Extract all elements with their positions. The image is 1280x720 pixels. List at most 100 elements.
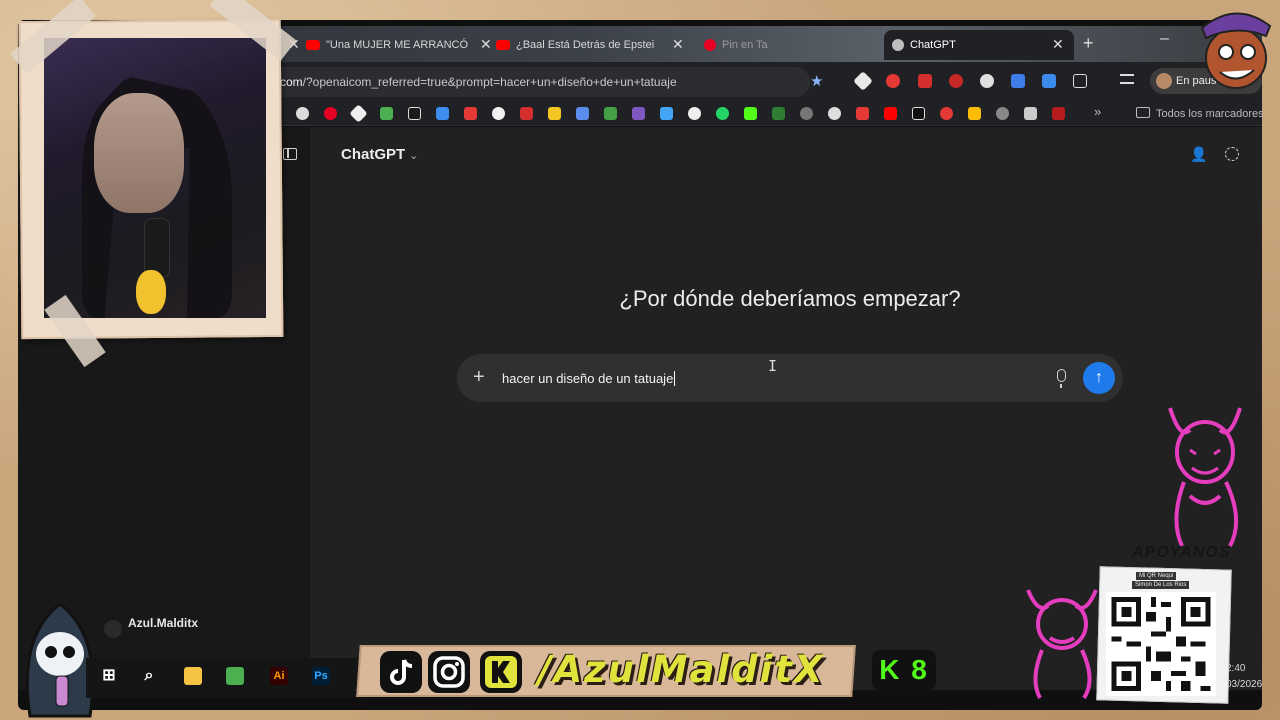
bookmark-pinterest-icon[interactable] <box>324 107 337 120</box>
address-bar[interactable]: com/?openaicom_referred=true&prompt=hace… <box>250 67 810 97</box>
prompt-value: hacer un diseño de un tatuaje <box>502 371 674 386</box>
tab-pinterest[interactable]: Pin en Ta <box>696 30 776 60</box>
model-picker[interactable]: ChatGPT ⌄ <box>341 146 418 163</box>
adblock-icon[interactable] <box>949 74 963 88</box>
prompt-composer[interactable]: + hacer un diseño de un tatuaje ↑ <box>457 354 1123 402</box>
bookmark-icon[interactable] <box>520 107 533 120</box>
bookmark-icon[interactable] <box>828 107 841 120</box>
bookmark-icon[interactable] <box>408 107 421 120</box>
chrome-icon[interactable] <box>226 667 244 685</box>
taskbar-clock: 2:40 03/2026 <box>1226 661 1262 693</box>
bookmark-icon[interactable] <box>772 107 785 120</box>
search-icon[interactable]: ⌕ <box>140 667 158 685</box>
viewer-name: Azul.Malditx <box>128 616 199 630</box>
tab-title: Pin en Ta <box>722 39 768 51</box>
prompt-input[interactable]: hacer un diseño de un tatuaje <box>502 371 676 386</box>
tab-chatgpt[interactable]: ChatGPT <box>884 30 1074 60</box>
temporary-chat-icon[interactable] <box>1225 147 1239 161</box>
tab-title: ChatGPT <box>910 39 956 51</box>
url-host: com <box>280 75 303 89</box>
rubber-chicken-image <box>136 270 166 314</box>
new-tab-icon[interactable]: + <box>1083 33 1094 54</box>
mascot-sticker-icon <box>1200 12 1272 89</box>
bookmark-star-icon[interactable]: ★ <box>810 72 823 90</box>
send-button[interactable]: ↑ <box>1083 362 1115 394</box>
bookmark-icon[interactable] <box>660 107 673 120</box>
model-name: ChatGPT <box>341 146 406 163</box>
file-explorer-icon[interactable] <box>184 667 202 685</box>
bookmark-icon[interactable] <box>688 107 701 120</box>
chevron-down-icon: ⌄ <box>409 150 419 162</box>
extension-icon[interactable] <box>886 74 900 88</box>
bookmark-icon[interactable] <box>632 107 645 120</box>
extension-icon[interactable] <box>1042 74 1056 88</box>
bookmarks-overflow-icon[interactable]: » <box>1094 104 1101 119</box>
tab-youtube-2[interactable]: ¿Baal Está Detrás de Epstei <box>488 30 688 60</box>
bookmark-whatsapp-icon[interactable] <box>716 107 729 120</box>
pinterest-icon <box>704 39 716 51</box>
viewer-avatar <box>104 620 122 638</box>
tiktok-icon <box>380 651 422 693</box>
close-tab-icon[interactable]: ✕ <box>672 36 684 53</box>
openai-icon <box>892 39 904 51</box>
bookmark-icon[interactable] <box>968 107 981 120</box>
reaper-sticker-icon <box>25 602 95 718</box>
qr-caption: Mi QR Nequi <box>1136 572 1177 580</box>
illustrator-icon[interactable]: Ai <box>270 667 288 685</box>
bookmark-icon[interactable] <box>548 107 561 120</box>
clock-time: 2:40 <box>1226 663 1246 674</box>
bookmark-icon[interactable] <box>912 107 925 120</box>
text-caret <box>674 371 676 386</box>
tab-youtube-1[interactable]: "Una MUJER ME ARRANCÓ <box>298 30 488 60</box>
kick-icon <box>480 651 522 693</box>
photoshop-icon[interactable]: Ps <box>312 667 330 685</box>
reading-list-icon[interactable] <box>1120 74 1134 84</box>
bookmark-icon[interactable] <box>604 107 617 120</box>
bookmark-icon[interactable] <box>1024 107 1037 120</box>
bookmark-icon[interactable] <box>492 107 505 120</box>
bookmark-openai-icon[interactable] <box>296 107 309 120</box>
bookmark-icon[interactable] <box>380 107 393 120</box>
bookmark-icon[interactable] <box>576 107 589 120</box>
tab-title: "Una MUJER ME ARRANCÓ <box>326 39 469 51</box>
minimize-icon[interactable]: – <box>1160 30 1169 48</box>
bookmark-kick-icon[interactable] <box>744 107 757 120</box>
extension-icon[interactable] <box>918 74 932 88</box>
translate-icon[interactable] <box>1011 74 1025 88</box>
add-user-icon[interactable]: 👤 <box>1190 146 1207 163</box>
page-headline: ¿Por dónde deberíamos empezar? <box>619 286 961 311</box>
webcam-feed <box>44 38 266 318</box>
instagram-icon <box>428 651 470 693</box>
microphone-image <box>144 218 170 278</box>
url-path: /?openaicom_referred=true&prompt=hacer+u… <box>302 75 677 89</box>
attach-plus-icon[interactable]: + <box>473 365 485 389</box>
all-bookmarks-folder[interactable]: Todos los marcadores <box>1136 107 1264 120</box>
bookmark-icon[interactable] <box>464 107 477 120</box>
nequi-qr-code <box>1106 592 1216 696</box>
streamer-face <box>94 93 184 213</box>
channel-handle: /AzulMalditX <box>538 648 825 691</box>
support-title: APOYANOS <box>1132 544 1231 561</box>
text-cursor-icon: I <box>768 357 778 375</box>
close-tab-icon[interactable]: ✕ <box>480 36 492 53</box>
bookmark-icon[interactable] <box>856 107 869 120</box>
sidebar-toggle-icon[interactable] <box>283 148 297 160</box>
youtube-icon <box>306 40 320 50</box>
youtube-icon <box>496 40 510 50</box>
bookmark-icon[interactable] <box>1052 107 1065 120</box>
microphone-icon[interactable] <box>1057 369 1066 388</box>
clock-date: 03/2026 <box>1226 679 1263 690</box>
tab-title: ¿Baal Está Detrás de Epstei <box>516 39 655 51</box>
bookmark-youtube-icon[interactable] <box>884 107 897 120</box>
extensions-puzzle-icon[interactable] <box>1073 74 1087 88</box>
windows-start-icon[interactable]: ⊞ <box>100 667 118 685</box>
close-tab-icon[interactable]: ✕ <box>1052 36 1064 53</box>
qr-name: Simon De Los Rios <box>1132 581 1190 589</box>
extension-icon[interactable] <box>980 74 994 88</box>
bookmark-icon[interactable] <box>996 107 1009 120</box>
bookmark-icon[interactable] <box>800 107 813 120</box>
bookmark-icon[interactable] <box>436 107 449 120</box>
bookmark-icon[interactable] <box>940 107 953 120</box>
demon-sticker-icon <box>1168 407 1242 547</box>
demon-sticker-icon <box>1026 589 1098 700</box>
